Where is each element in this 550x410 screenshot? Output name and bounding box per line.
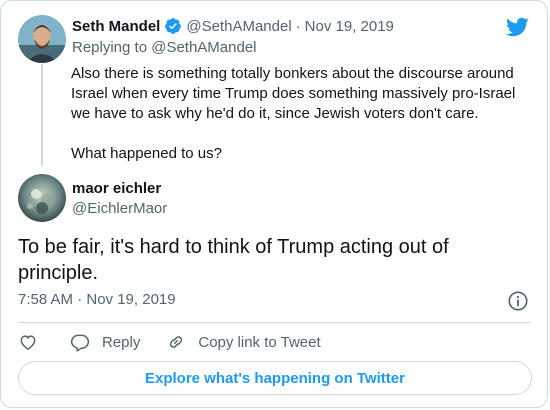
copy-link-button[interactable]: Copy link to Tweet	[166, 332, 321, 352]
reply-button[interactable]: Reply	[70, 332, 140, 352]
tweet-timestamp[interactable]: 7:58 AM · Nov 19, 2019	[18, 291, 176, 308]
reply-icon	[70, 334, 90, 352]
link-icon	[170, 336, 183, 348]
reply-label: Reply	[102, 333, 141, 351]
quoted-tweet-paragraph: Also there is something totally bonkers …	[71, 65, 516, 122]
seth-mandel-avatar[interactable]	[18, 15, 66, 63]
copy-link-label: Copy link to Tweet	[198, 333, 321, 351]
maor-eichler-avatar[interactable]	[18, 174, 66, 222]
tweet-author: maor eichler @EichlerMaor	[72, 179, 167, 219]
tweet-author-handle[interactable]: @EichlerMaor	[72, 199, 167, 219]
quoted-tweet-paragraph: What happened to us?	[71, 145, 222, 162]
replying-to-label[interactable]: Replying to @SethAMandel	[72, 39, 257, 56]
quoted-author-handle[interactable]: @SethAMandel	[186, 18, 291, 35]
quoted-tweet-body: Also there is something totally bonkers …	[71, 64, 536, 164]
like-button[interactable]	[18, 332, 38, 352]
tweet-actions: Reply Copy link to Tweet	[18, 331, 321, 353]
quoted-tweet-header: Seth Mandel @SethAMandel · Nov 19, 2019	[72, 17, 394, 35]
heart-icon	[20, 335, 36, 350]
divider	[18, 322, 530, 323]
tweet-text: To be fair, it's hard to think of Trump …	[18, 236, 449, 284]
embedded-tweet-card: Seth Mandel @SethAMandel · Nov 19, 2019 …	[0, 0, 548, 408]
info-icon[interactable]	[507, 290, 529, 312]
date-separator: ·	[295, 17, 301, 35]
quoted-author-name[interactable]: Seth Mandel	[72, 18, 160, 35]
twitter-bird-icon[interactable]	[505, 15, 529, 39]
explore-twitter-button[interactable]: Explore what's happening on Twitter	[18, 361, 532, 395]
thread-connector-line	[41, 64, 43, 166]
tweet-author-name[interactable]: maor eichler	[72, 179, 167, 199]
quoted-tweet-date[interactable]: Nov 19, 2019	[305, 18, 394, 35]
verified-badge-icon	[165, 18, 182, 34]
